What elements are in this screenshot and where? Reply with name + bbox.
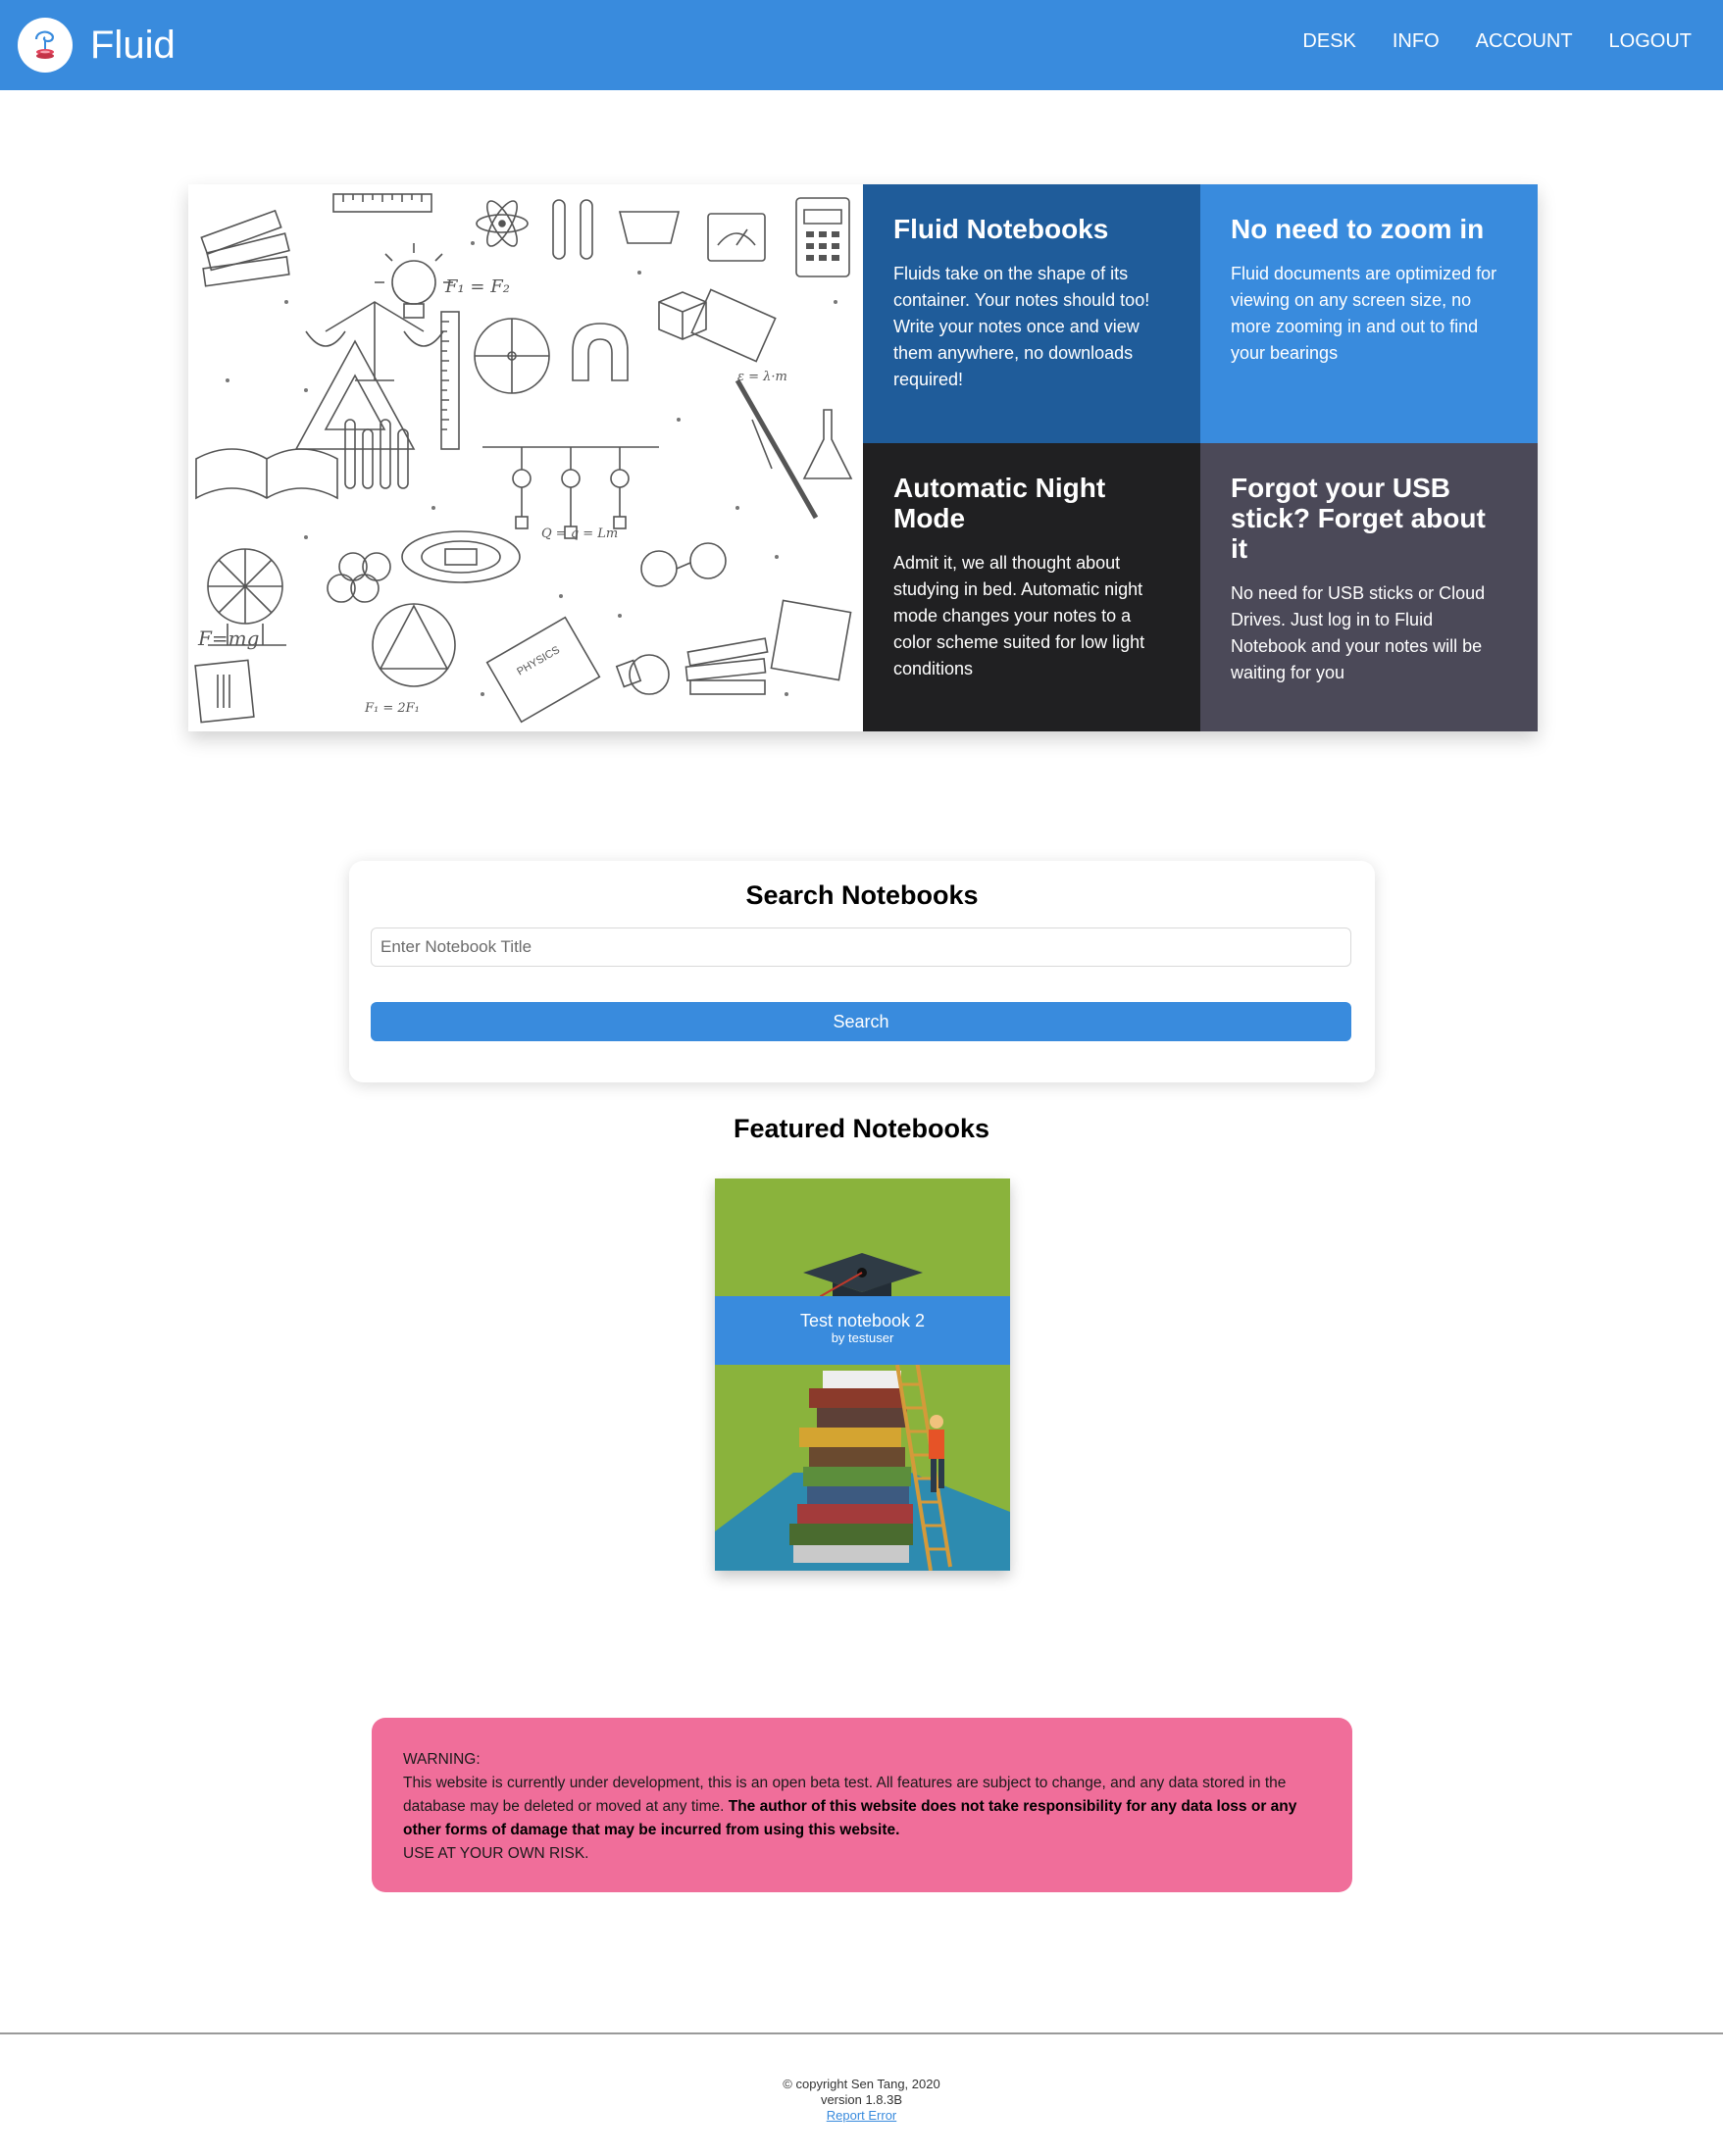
illustration-physics-label: PHYSICS (515, 644, 562, 678)
version-text: version 1.8.3B (820, 2092, 903, 2107)
feature-description: Fluids take on the shape of its containe… (893, 264, 1150, 389)
feature-description: Admit it, we all thought about studying … (893, 553, 1145, 678)
top-navbar: Fluid DESK INFO ACCOUNT LOGOUT (0, 0, 1723, 90)
featured-notebook-card[interactable]: Test notebook 2 by testuser (715, 1178, 1010, 1571)
search-button[interactable]: Search (371, 1002, 1351, 1041)
fluid-logo-icon (18, 18, 73, 73)
svg-text:F₁ = F₂: F₁ = F₂ (444, 276, 510, 297)
nav-link-account[interactable]: ACCOUNT (1476, 27, 1573, 55)
warning-heading: WARNING: (403, 1751, 481, 1768)
svg-text:Q = q = Lm: Q = q = Lm (541, 526, 618, 541)
feature-title: Automatic Night Mode (893, 473, 1106, 533)
feature-title: No need to zoom in (1231, 214, 1485, 244)
beta-warning-banner: WARNING: This website is currently under… (372, 1718, 1352, 1892)
illustration-formula-fmg: F=mg (197, 627, 259, 650)
search-title: Search Notebooks (745, 880, 979, 910)
notebook-title-search-input[interactable] (371, 928, 1351, 967)
featured-notebooks-title: Featured Notebooks (733, 1114, 990, 1143)
feature-tile-night-mode: Automatic Night Mode Admit it, we all th… (863, 443, 1200, 731)
features-hero: F₁ = F₂ PHYSICS F=mg F₁ = 2F₁ Q = q = Lm… (188, 184, 1538, 731)
feature-description: No need for USB sticks or Cloud Drives. … (1231, 583, 1486, 682)
footer-divider (0, 2032, 1723, 2034)
warning-footer: USE AT YOUR OWN RISK. (403, 1845, 589, 1862)
svg-text:ε = λ·m: ε = λ·m (737, 370, 787, 384)
copyright-text: © copyright Sen Tang, 2020 (783, 2077, 940, 2091)
feature-tile-no-usb: Forgot your USB stick? Forget about it N… (1200, 443, 1538, 731)
feature-tile-no-zoom: No need to zoom in Fluid documents are o… (1200, 184, 1538, 443)
search-notebooks-card: Search Notebooks Search (349, 861, 1375, 1082)
feature-title: Fluid Notebooks (893, 214, 1109, 244)
nav-links: DESK INFO ACCOUNT LOGOUT (1266, 27, 1692, 55)
warning-text: This website is currently under developm… (403, 1772, 1321, 1842)
notebook-cover-illustration (715, 1178, 1010, 1571)
page-footer: © copyright Sen Tang, 2020 version 1.8.3… (0, 2077, 1723, 2124)
nav-link-logout[interactable]: LOGOUT (1609, 27, 1692, 55)
feature-description: Fluid documents are optimized for viewin… (1231, 264, 1497, 363)
brand-home-link[interactable]: Fluid (18, 18, 176, 73)
notebook-author: by testuser (831, 1330, 894, 1345)
nav-link-desk[interactable]: DESK (1302, 27, 1355, 55)
notebook-title: Test notebook 2 (799, 1311, 926, 1330)
nav-link-info[interactable]: INFO (1393, 27, 1440, 55)
brand-name: Fluid (90, 24, 176, 67)
feature-tile-fluid-notebooks: Fluid Notebooks Fluids take on the shape… (863, 184, 1200, 443)
physics-doodle-illustration: F₁ = F₂ PHYSICS F=mg F₁ = 2F₁ Q = q = Lm… (188, 184, 863, 731)
feature-title: Forgot your USB stick? Forget about it (1231, 473, 1486, 564)
report-error-link[interactable]: Report Error (827, 2108, 897, 2123)
illustration-formula-f1: F₁ = 2F₁ (364, 701, 420, 716)
notebook-label: Test notebook 2 by testuser (715, 1296, 1010, 1365)
